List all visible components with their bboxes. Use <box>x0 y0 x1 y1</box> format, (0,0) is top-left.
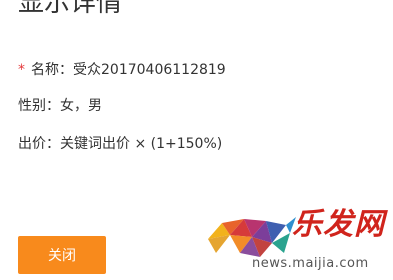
name-row: * 名称：受众20170406112819 <box>18 60 226 80</box>
watermark-brand: 乐发网 <box>292 207 385 242</box>
bid-row: 出价：关键词出价 × (1+150%) <box>18 134 222 154</box>
watermark: 乐发网 news.maijia.com <box>200 205 393 280</box>
watermark-url: news.maijia.com <box>252 256 369 271</box>
gender-row: 性别：女，男 <box>18 96 102 116</box>
close-button[interactable]: 关闭 <box>18 236 106 274</box>
name-value: 受众20170406112819 <box>73 62 226 78</box>
page-title: 显示详情 <box>18 0 123 18</box>
gender-value: 女，男 <box>60 98 102 114</box>
bid-value: 关键词出价 × (1+150%) <box>60 136 223 152</box>
gender-label: 性别： <box>18 98 60 114</box>
name-label: 名称： <box>31 62 73 78</box>
bull-logo-icon <box>208 217 296 257</box>
bid-label: 出价： <box>18 136 60 152</box>
required-mark: * <box>18 62 25 78</box>
